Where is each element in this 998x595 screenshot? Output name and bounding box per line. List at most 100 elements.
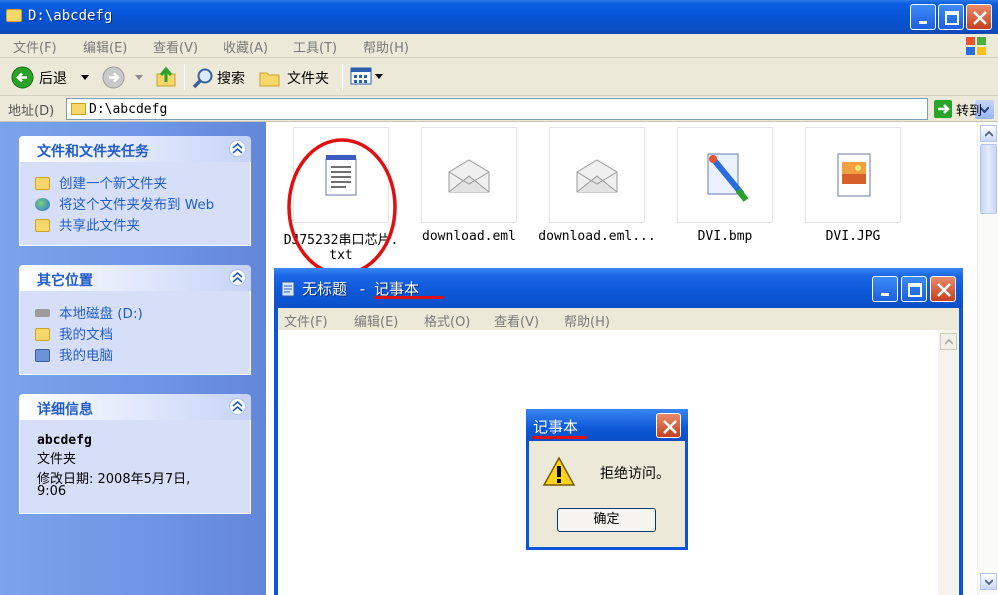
forward-arrow-icon	[102, 66, 125, 89]
place-label: 本地磁盘 (D:)	[59, 306, 143, 322]
menu-edit[interactable]: 编辑(E)	[83, 37, 127, 56]
details-panel-header[interactable]: 详细信息	[19, 394, 251, 420]
panel-title: 详细信息	[37, 402, 93, 418]
back-button[interactable]: 后退	[6, 62, 96, 92]
notepad-maximize-button[interactable]	[901, 276, 927, 302]
hard-drive-icon	[35, 309, 50, 317]
task-new-folder[interactable]: 创建一个新文件夹	[35, 172, 167, 192]
detail-modified-time: 9:06	[37, 484, 67, 499]
paint-brush-image-icon	[707, 153, 749, 202]
file-item-eml-2[interactable]	[549, 127, 645, 223]
chevron-up-icon	[985, 131, 993, 137]
close-icon	[973, 11, 987, 25]
address-value: D:\abcdefg	[89, 102, 168, 117]
panel-title: 其它位置	[37, 273, 93, 289]
menu-view[interactable]: 查看(V)	[153, 37, 198, 56]
place-my-documents[interactable]: 我的文档	[35, 323, 113, 343]
file-view-scrollbar[interactable]	[977, 122, 998, 595]
search-icon	[192, 68, 213, 89]
file-tasks-panel-header[interactable]: 文件和文件夹任务	[19, 136, 251, 162]
go-button-label[interactable]: 转到	[956, 100, 982, 119]
dialog-close-button[interactable]	[656, 413, 681, 438]
menu-file[interactable]: 文件(F)	[13, 37, 57, 56]
scroll-up-button[interactable]	[940, 333, 957, 350]
scroll-down-button[interactable]	[980, 573, 997, 590]
chevron-down-icon	[985, 579, 993, 585]
maximize-icon	[908, 283, 922, 297]
minimize-button[interactable]	[910, 4, 936, 30]
panel-title: 文件和文件夹任务	[37, 144, 149, 160]
collapse-button[interactable]	[229, 140, 246, 157]
notepad-menu-edit[interactable]: 编辑(E)	[354, 311, 398, 330]
task-publish-web[interactable]: 将这个文件夹发布到 Web	[35, 193, 214, 213]
notepad-menu-view[interactable]: 查看(V)	[494, 311, 539, 330]
toolbar-separator	[342, 64, 343, 90]
address-bar: 地址(D) D:\abcdefg 转到	[0, 96, 998, 122]
forward-button[interactable]	[101, 62, 147, 92]
search-label: 搜索	[217, 71, 245, 87]
collapse-button[interactable]	[229, 398, 246, 415]
task-label: 共享此文件夹	[59, 218, 140, 234]
file-item-jpg[interactable]	[805, 127, 901, 223]
maximize-icon	[945, 11, 959, 25]
explorer-toolbar: 后退 搜索 文件夹	[0, 58, 998, 96]
dialog-title: 记事本	[533, 418, 579, 436]
file-item-bmp[interactable]	[677, 127, 773, 223]
task-share-folder[interactable]: 共享此文件夹	[35, 214, 140, 234]
notepad-minimize-button[interactable]	[872, 276, 898, 302]
folder-icon	[71, 103, 86, 115]
maximize-button[interactable]	[938, 4, 964, 30]
other-places-panel-header[interactable]: 其它位置	[19, 265, 251, 291]
window-title: D:\abcdefg	[28, 8, 113, 24]
folders-button[interactable]: 文件夹	[256, 62, 336, 92]
place-local-disk[interactable]: 本地磁盘 (D:)	[35, 302, 143, 322]
documents-folder-icon	[35, 328, 50, 341]
place-label: 我的电脑	[59, 348, 113, 364]
red-circle-annotation	[287, 138, 397, 276]
notepad-menu-bar: 文件(F) 编辑(E) 格式(O) 查看(V) 帮助(H)	[278, 308, 959, 330]
notepad-menu-format[interactable]: 格式(O)	[424, 311, 470, 330]
notepad-scrollbar[interactable]	[938, 330, 959, 595]
up-folder-icon[interactable]	[155, 66, 177, 88]
go-arrow-icon[interactable]	[934, 100, 952, 118]
address-input[interactable]: D:\abcdefg	[66, 98, 994, 120]
chevron-down-icon	[81, 75, 89, 80]
search-button[interactable]: 搜索	[190, 62, 252, 92]
notepad-menu-help[interactable]: 帮助(H)	[564, 311, 610, 330]
detail-type: 文件夹	[37, 452, 77, 467]
dialog-body: 拒绝访问。 确定	[529, 441, 685, 547]
error-dialog[interactable]: 记事本 拒绝访问。 确定	[526, 409, 688, 550]
back-label: 后退	[39, 71, 67, 87]
file-tasks-panel: 创建一个新文件夹 将这个文件夹发布到 Web 共享此文件夹	[19, 162, 251, 246]
file-item-eml[interactable]	[421, 127, 517, 223]
new-folder-icon	[35, 177, 50, 190]
computer-icon	[35, 349, 50, 362]
menu-help[interactable]: 帮助(H)	[363, 37, 409, 56]
red-underline-annotation	[532, 436, 587, 439]
task-pane: 文件和文件夹任务 创建一个新文件夹 将这个文件夹发布到 Web 共享此文件夹 其…	[0, 122, 266, 595]
folder-icon	[259, 72, 280, 87]
menu-tools[interactable]: 工具(T)	[293, 37, 337, 56]
chevron-up-double-icon	[232, 143, 243, 154]
scroll-thumb[interactable]	[980, 144, 997, 214]
notepad-title-bar[interactable]: 无标题 - 记事本	[274, 268, 963, 308]
place-my-computer[interactable]: 我的电脑	[35, 344, 113, 364]
other-places-panel: 本地磁盘 (D:) 我的文档 我的电脑	[19, 291, 251, 375]
details-panel: abcdefg 文件夹 修改日期: 2008年5月7日, 9:06	[19, 420, 251, 514]
detail-name: abcdefg	[37, 433, 92, 448]
notepad-close-button[interactable]	[930, 276, 956, 302]
collapse-button[interactable]	[229, 269, 246, 286]
chevron-up-double-icon	[232, 272, 243, 283]
ok-button[interactable]: 确定	[557, 508, 656, 532]
menu-favorites[interactable]: 收藏(A)	[223, 37, 268, 56]
folder-icon	[6, 9, 22, 22]
explorer-title-bar[interactable]: D:\abcdefg	[0, 0, 998, 34]
windows-logo-icon	[966, 37, 986, 55]
address-label: 地址(D)	[8, 104, 55, 119]
notepad-menu-file[interactable]: 文件(F)	[284, 311, 328, 330]
views-grid-icon	[350, 67, 372, 85]
views-button[interactable]	[349, 64, 387, 90]
close-button[interactable]	[966, 4, 992, 30]
globe-icon	[35, 198, 50, 211]
scroll-up-button[interactable]	[980, 125, 997, 142]
